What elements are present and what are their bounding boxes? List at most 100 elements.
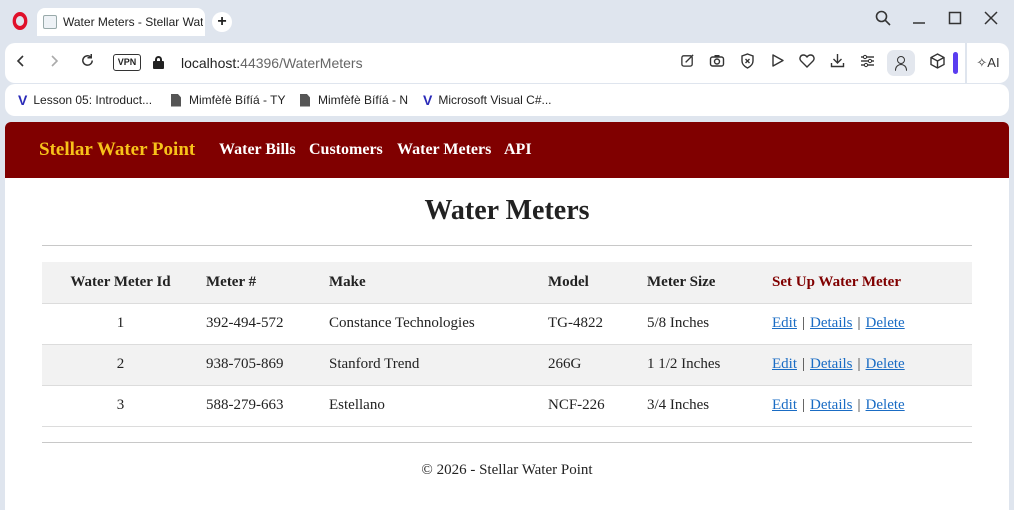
maximize-icon[interactable]: [943, 10, 967, 34]
cell-model: TG-4822: [541, 302, 640, 344]
page-footer: © 2026 - Stellar Water Point: [421, 462, 593, 478]
browser-tab-bar: Water Meters - Stellar Wat +: [0, 0, 1014, 42]
table-row: 1 392-494-572 Constance Technologies TG-…: [42, 302, 972, 344]
edit-link[interactable]: Edit: [772, 356, 797, 372]
details-link[interactable]: Details: [810, 397, 853, 413]
visual-studio-icon: V: [423, 92, 433, 108]
table-row: 3 588-279-663 Estellano NCF-226 3/4 Inch…: [42, 384, 972, 427]
easy-setup-icon[interactable]: [857, 53, 877, 73]
delete-link[interactable]: Delete: [866, 315, 905, 331]
separator: |: [802, 315, 806, 331]
site-navbar: Stellar Water Point Water Bills Customer…: [5, 122, 1009, 178]
details-link[interactable]: Details: [810, 315, 853, 331]
tracker-blocker-icon[interactable]: [737, 53, 757, 73]
bookmark-label: Mimfèfè Bífíá - TY: [189, 93, 286, 107]
visual-studio-icon: V: [18, 92, 28, 108]
separator: |: [857, 315, 861, 331]
bookmark-item[interactable]: Mimfèfè Bífíá - N: [300, 93, 408, 107]
bookmark-label: Lesson 05: Introduct...: [33, 93, 153, 107]
active-tab[interactable]: Water Meters - Stellar Wat: [37, 8, 205, 36]
ai-label: AI: [987, 55, 1000, 70]
document-icon: [171, 93, 181, 107]
edit-link[interactable]: Edit: [772, 315, 797, 331]
url-field[interactable]: localhost:44396/WaterMeters: [181, 55, 363, 71]
column-header: Meter #: [199, 262, 322, 303]
delete-link[interactable]: Delete: [866, 356, 905, 372]
column-header: Set Up Water Meter: [765, 262, 972, 303]
cell-make: Constance Technologies: [322, 302, 541, 344]
extension-indicator: [953, 52, 958, 74]
cell-meter-size: 3/4 Inches: [640, 384, 765, 427]
extensions-cube-icon[interactable]: [927, 53, 947, 73]
separator: |: [857, 397, 861, 413]
page-favicon-icon: [43, 15, 57, 29]
column-header: Make: [322, 262, 541, 303]
search-tabs-icon[interactable]: [871, 10, 895, 34]
cell-id: 1: [42, 302, 199, 344]
cell-actions: Edit | Details | Delete: [765, 302, 972, 344]
back-icon[interactable]: [9, 51, 33, 75]
details-link[interactable]: Details: [810, 356, 853, 372]
cell-make: Stanford Trend: [322, 343, 541, 385]
cell-meter-size: 5/8 Inches: [640, 302, 765, 344]
cell-meter-number: 588-279-663: [199, 384, 322, 427]
cell-make: Estellano: [322, 384, 541, 427]
address-bar: VPN localhost:44396/WaterMeters ✧AI: [5, 43, 1009, 83]
column-header: Model: [541, 262, 640, 303]
bookmark-item[interactable]: V Microsoft Visual C#...: [423, 93, 552, 107]
page-title: Water Meters: [424, 195, 590, 226]
ai-button[interactable]: ✧AI: [965, 43, 1009, 83]
column-header: Meter Size: [640, 262, 765, 303]
reload-icon[interactable]: [75, 51, 99, 75]
cell-meter-number: 938-705-869: [199, 343, 322, 385]
web-page: Stellar Water Point Water Bills Customer…: [5, 122, 1009, 510]
nav-api[interactable]: API: [504, 141, 532, 159]
lock-icon[interactable]: [153, 56, 164, 69]
new-tab-button[interactable]: +: [212, 12, 232, 32]
cell-actions: Edit | Details | Delete: [765, 343, 972, 385]
minimize-icon[interactable]: [907, 10, 931, 34]
bookmarks-bar: V Lesson 05: Introduct... Mimfèfè Bífíá …: [5, 84, 1009, 116]
vpn-badge[interactable]: VPN: [113, 54, 141, 71]
cell-model: 266G: [541, 343, 640, 385]
opera-logo-icon[interactable]: [12, 12, 28, 30]
nav-water-bills[interactable]: Water Bills: [219, 141, 296, 159]
download-icon[interactable]: [827, 53, 847, 73]
separator: |: [802, 356, 806, 372]
nav-customers[interactable]: Customers: [309, 141, 383, 159]
close-window-icon[interactable]: [979, 10, 1003, 34]
bookmark-item[interactable]: Mimfèfè Bífíá - TY: [171, 93, 285, 107]
bookmark-item[interactable]: V Lesson 05: Introduct...: [18, 93, 152, 107]
extensions-group: [917, 43, 965, 83]
separator: |: [857, 356, 861, 372]
flow-icon[interactable]: [767, 53, 787, 73]
divider: [42, 245, 972, 246]
cell-meter-size: 1 1/2 Inches: [640, 343, 765, 385]
forward-icon[interactable]: [42, 51, 66, 75]
bookmark-label: Microsoft Visual C#...: [438, 93, 552, 107]
nav-water-meters[interactable]: Water Meters: [397, 141, 491, 159]
table-row: 2 938-705-869 Stanford Trend 266G 1 1/2 …: [42, 343, 972, 385]
column-header: Water Meter Id: [42, 262, 199, 303]
bookmark-label: Mimfèfè Bífíá - N: [318, 93, 409, 107]
cell-model: NCF-226: [541, 384, 640, 427]
cell-id: 2: [42, 343, 199, 385]
camera-icon[interactable]: [707, 53, 727, 73]
profile-icon[interactable]: [887, 50, 915, 76]
heart-icon[interactable]: [797, 53, 817, 73]
site-brand-link[interactable]: Stellar Water Point: [39, 139, 195, 161]
cell-actions: Edit | Details | Delete: [765, 384, 972, 427]
edit-link[interactable]: Edit: [772, 397, 797, 413]
send-to-icon[interactable]: [677, 53, 697, 73]
url-path: 44396/WaterMeters: [240, 55, 363, 71]
cell-id: 3: [42, 384, 199, 427]
document-icon: [300, 93, 310, 107]
water-meters-table: Water Meter Id Meter # Make Model Meter …: [42, 262, 972, 427]
cell-meter-number: 392-494-572: [199, 302, 322, 344]
table-header-row: Water Meter Id Meter # Make Model Meter …: [42, 262, 972, 303]
delete-link[interactable]: Delete: [866, 397, 905, 413]
url-host: localhost:: [181, 55, 241, 71]
tab-title: Water Meters - Stellar Wat: [63, 15, 204, 29]
separator: |: [802, 397, 806, 413]
divider: [42, 442, 972, 443]
